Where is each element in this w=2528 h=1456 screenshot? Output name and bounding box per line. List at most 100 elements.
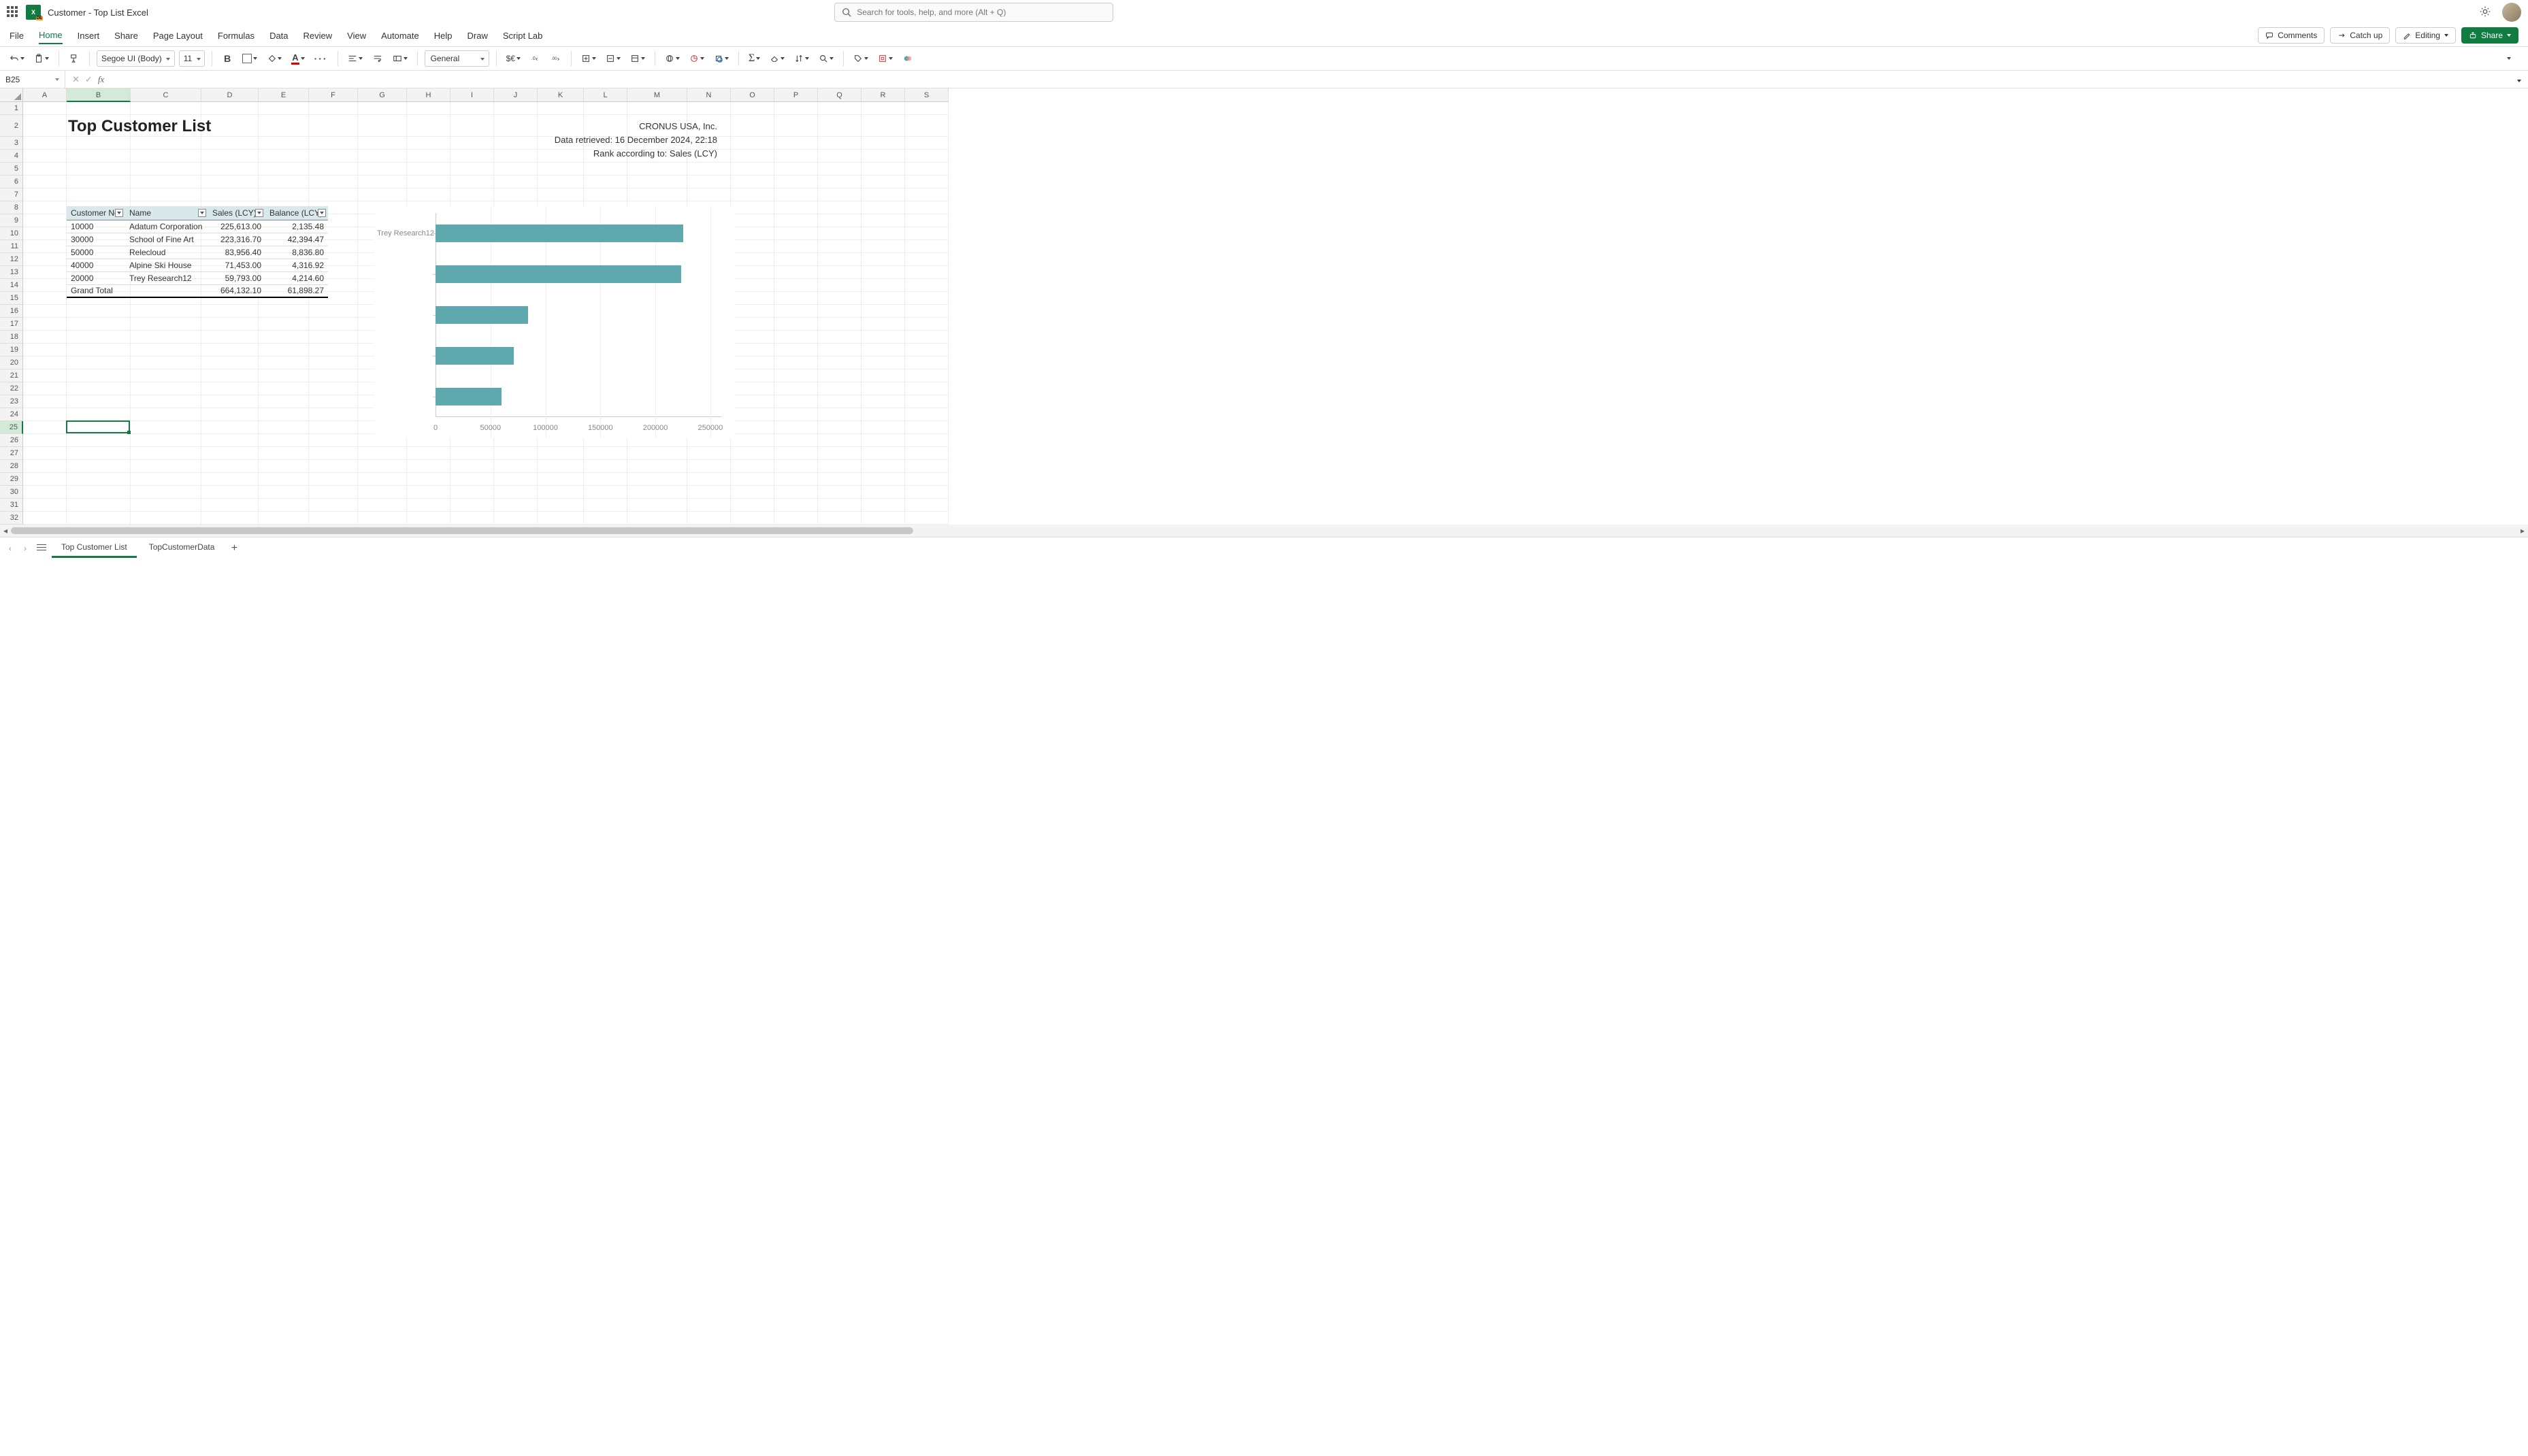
filter-icon[interactable] bbox=[318, 209, 326, 217]
fill-color-button[interactable] bbox=[264, 50, 284, 67]
table-row[interactable]: 50000Relecloud83,956.408,836.80 bbox=[67, 246, 328, 259]
copilot-button[interactable] bbox=[900, 50, 916, 67]
row-header-28[interactable]: 28 bbox=[0, 460, 23, 473]
table-row[interactable]: 20000Trey Research1259,793.004,214.60 bbox=[67, 271, 328, 284]
row-header-18[interactable]: 18 bbox=[0, 331, 23, 344]
scroll-track[interactable] bbox=[11, 527, 2517, 535]
tab-review[interactable]: Review bbox=[303, 28, 333, 44]
paste-button[interactable] bbox=[31, 50, 52, 67]
merge-button[interactable] bbox=[390, 50, 410, 67]
row-header-20[interactable]: 20 bbox=[0, 357, 23, 369]
column-header-H[interactable]: H bbox=[407, 88, 450, 102]
tab-script-lab[interactable]: Script Lab bbox=[503, 28, 543, 44]
tab-share[interactable]: Share bbox=[114, 28, 138, 44]
tab-help[interactable]: Help bbox=[434, 28, 453, 44]
row-header-8[interactable]: 8 bbox=[0, 201, 23, 214]
row-header-26[interactable]: 26 bbox=[0, 434, 23, 447]
table-row[interactable]: 10000Adatum Corporation225,613.002,135.4… bbox=[67, 220, 328, 233]
scroll-thumb[interactable] bbox=[11, 527, 913, 534]
row-header-29[interactable]: 29 bbox=[0, 473, 23, 486]
row-header-32[interactable]: 32 bbox=[0, 512, 23, 525]
column-header-A[interactable]: A bbox=[23, 88, 67, 102]
column-header-F[interactable]: F bbox=[309, 88, 358, 102]
column-header-B[interactable]: B bbox=[67, 88, 131, 102]
clear-button[interactable] bbox=[767, 50, 787, 67]
row-header-21[interactable]: 21 bbox=[0, 369, 23, 382]
row-header-17[interactable]: 17 bbox=[0, 318, 23, 331]
borders-button[interactable] bbox=[240, 50, 260, 67]
sales-bar-chart[interactable]: Trey Research120500001000001500002000002… bbox=[374, 206, 735, 437]
filter-icon[interactable] bbox=[255, 209, 263, 217]
row-header-13[interactable]: 13 bbox=[0, 266, 23, 279]
collapse-ribbon-button[interactable] bbox=[2501, 50, 2517, 67]
tab-home[interactable]: Home bbox=[39, 27, 63, 44]
column-header-D[interactable]: D bbox=[201, 88, 259, 102]
font-name-select[interactable]: Segoe UI (Body) bbox=[97, 50, 175, 67]
increase-decimal-button[interactable]: .00 bbox=[548, 50, 564, 67]
tab-page-layout[interactable]: Page Layout bbox=[153, 28, 203, 44]
editing-mode-button[interactable]: Editing bbox=[2395, 27, 2456, 44]
undo-button[interactable] bbox=[7, 50, 27, 67]
column-header-G[interactable]: G bbox=[358, 88, 407, 102]
settings-button[interactable] bbox=[2479, 5, 2491, 20]
table-header[interactable]: Balance (LCY) bbox=[265, 206, 328, 220]
decrease-decimal-button[interactable]: .0 bbox=[527, 50, 544, 67]
sheet-tab-topcustomerdata[interactable]: TopCustomerData bbox=[139, 538, 225, 558]
user-avatar[interactable] bbox=[2502, 3, 2521, 22]
row-header-24[interactable]: 24 bbox=[0, 408, 23, 421]
column-header-E[interactable]: E bbox=[259, 88, 309, 102]
tab-view[interactable]: View bbox=[347, 28, 366, 44]
row-header-12[interactable]: 12 bbox=[0, 253, 23, 266]
all-sheets-button[interactable] bbox=[34, 542, 49, 555]
format-cells-button[interactable] bbox=[627, 50, 648, 67]
column-header-O[interactable]: O bbox=[731, 88, 774, 102]
document-title[interactable]: Customer - Top List Excel bbox=[48, 7, 148, 18]
row-header-11[interactable]: 11 bbox=[0, 240, 23, 253]
column-header-S[interactable]: S bbox=[905, 88, 949, 102]
row-header-1[interactable]: 1 bbox=[0, 102, 23, 115]
row-header-4[interactable]: 4 bbox=[0, 150, 23, 163]
column-header-K[interactable]: K bbox=[538, 88, 584, 102]
row-header-23[interactable]: 23 bbox=[0, 395, 23, 408]
wrap-text-button[interactable] bbox=[370, 50, 386, 67]
column-header-L[interactable]: L bbox=[584, 88, 627, 102]
find-button[interactable] bbox=[816, 50, 836, 67]
row-header-2[interactable]: 2 bbox=[0, 115, 23, 137]
column-header-R[interactable]: R bbox=[861, 88, 905, 102]
align-button[interactable] bbox=[345, 50, 365, 67]
scroll-left-button[interactable]: ◂ bbox=[0, 525, 11, 536]
format-painter-button[interactable] bbox=[66, 50, 82, 67]
tab-data[interactable]: Data bbox=[269, 28, 288, 44]
insert-chart-button[interactable] bbox=[687, 50, 707, 67]
row-header-7[interactable]: 7 bbox=[0, 188, 23, 201]
row-header-30[interactable]: 30 bbox=[0, 486, 23, 499]
confirm-formula-button[interactable]: ✓ bbox=[85, 74, 93, 85]
bold-button[interactable]: B bbox=[219, 50, 235, 67]
search-input[interactable] bbox=[857, 7, 1106, 17]
row-header-16[interactable]: 16 bbox=[0, 305, 23, 318]
comments-button[interactable]: Comments bbox=[2258, 27, 2325, 44]
row-header-3[interactable]: 3 bbox=[0, 137, 23, 150]
row-header-25[interactable]: 25 bbox=[0, 421, 23, 434]
row-header-27[interactable]: 27 bbox=[0, 447, 23, 460]
filter-icon[interactable] bbox=[198, 209, 206, 217]
column-header-P[interactable]: P bbox=[774, 88, 818, 102]
row-header-31[interactable]: 31 bbox=[0, 499, 23, 512]
horizontal-scrollbar[interactable]: ◂ ▸ bbox=[0, 525, 2528, 537]
addins-button[interactable] bbox=[875, 50, 896, 67]
column-header-M[interactable]: M bbox=[627, 88, 687, 102]
add-sheet-button[interactable]: + bbox=[227, 541, 242, 556]
cancel-formula-button[interactable]: ✕ bbox=[72, 74, 80, 85]
column-header-N[interactable]: N bbox=[687, 88, 731, 102]
autosum-button[interactable]: Σ bbox=[746, 50, 763, 67]
tab-formulas[interactable]: Formulas bbox=[218, 28, 255, 44]
column-header-I[interactable]: I bbox=[450, 88, 494, 102]
insert-shape-button[interactable] bbox=[711, 50, 732, 67]
row-header-19[interactable]: 19 bbox=[0, 344, 23, 357]
insert-function-button[interactable]: fx bbox=[98, 74, 104, 85]
sheet-tab-top-customer-list[interactable]: Top Customer List bbox=[52, 538, 137, 558]
worksheet-area[interactable]: Top Customer List CRONUS USA, Inc. Data … bbox=[23, 102, 2528, 525]
table-header[interactable]: Sales (LCY) bbox=[208, 206, 265, 220]
row-header-14[interactable]: 14 bbox=[0, 279, 23, 292]
row-header-15[interactable]: 15 bbox=[0, 292, 23, 305]
